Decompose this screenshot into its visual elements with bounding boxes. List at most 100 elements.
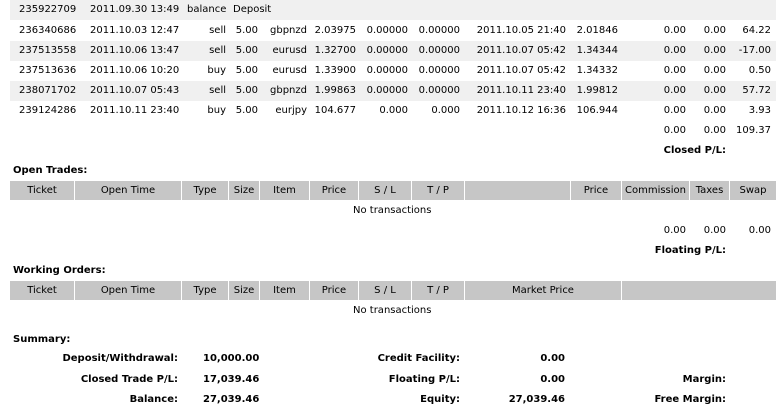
- header-item: Item: [259, 281, 309, 300]
- ticket-cell: 237513636: [19, 65, 77, 76]
- type-cell: sell: [209, 85, 226, 96]
- tp-cell: 0.00000: [418, 65, 460, 76]
- price-cell: 104.677: [314, 105, 356, 116]
- taxes-total: 0.00: [703, 225, 726, 236]
- deposit-label: Deposit/Withdrawal:: [62, 353, 178, 364]
- taxes-cell: 0.00: [703, 105, 726, 116]
- header-tp: T / P: [411, 181, 464, 200]
- swap-cell: 0.50: [748, 65, 771, 76]
- margin-label: Margin:: [682, 374, 726, 385]
- header-type: Type: [181, 281, 228, 300]
- balance-label: Balance:: [129, 394, 178, 405]
- table-row: 238071702 2011.10.07 05:43 sell 5.00 gbp…: [10, 81, 776, 101]
- type-cell: sell: [209, 25, 226, 36]
- header-open-time: Open Time: [74, 181, 181, 200]
- tp-cell: 0.00000: [418, 85, 460, 96]
- deposit-value: 10,000.00: [203, 353, 260, 364]
- close-time-cell: 2011.10.11 23:40: [476, 85, 566, 96]
- sl-cell: 0.00000: [366, 65, 408, 76]
- balance-value: 27,039.46: [203, 394, 260, 405]
- summary-title: Summary:: [13, 334, 71, 345]
- close-price-cell: 1.34344: [576, 45, 618, 56]
- sl-cell: 0.00000: [366, 45, 408, 56]
- ticket-cell: 239124286: [19, 105, 77, 116]
- commission-total: 0.00: [663, 225, 686, 236]
- swap-total: 109.37: [736, 125, 771, 136]
- size-cell: 5.00: [235, 105, 258, 116]
- sl-cell: 0.00000: [366, 85, 408, 96]
- size-cell: Deposit: [233, 4, 272, 15]
- commission-total: 0.00: [663, 125, 686, 136]
- commission-cell: 0.00: [663, 65, 686, 76]
- close-price-cell: 1.99812: [576, 85, 618, 96]
- header-size: Size: [228, 281, 259, 300]
- tp-cell: 0.00000: [418, 25, 460, 36]
- header-commission: Commission: [621, 181, 689, 200]
- close-time-cell: 2011.10.12 16:36: [476, 105, 566, 116]
- taxes-cell: 0.00: [703, 85, 726, 96]
- swap-cell: 64.22: [742, 25, 771, 36]
- table-row: 236340686 2011.10.03 12:47 sell 5.00 gbp…: [10, 21, 776, 41]
- header-type: Type: [181, 181, 228, 200]
- open-totals-row: 0.00 0.00 0.00: [10, 221, 776, 241]
- type-cell: buy: [207, 65, 226, 76]
- type-cell: balance: [187, 4, 227, 15]
- item-cell: gbpnzd: [270, 85, 307, 96]
- header-sl: S / L: [358, 281, 411, 300]
- header-price: Price: [309, 181, 358, 200]
- header-taxes: Taxes: [689, 181, 729, 200]
- commission-cell: 0.00: [663, 25, 686, 36]
- size-cell: 5.00: [235, 25, 258, 36]
- closed-pl-label: Closed P/L:: [663, 145, 726, 156]
- credit-label: Credit Facility:: [377, 353, 460, 364]
- swap-cell: 57.72: [742, 85, 771, 96]
- sl-cell: 0.00000: [366, 25, 408, 36]
- size-cell: 5.00: [235, 45, 258, 56]
- floating-pl-summary-value: 0.00: [540, 374, 565, 385]
- price-cell: 2.03975: [314, 25, 356, 36]
- equity-label: Equity:: [420, 394, 460, 405]
- item-cell: gbpnzd: [270, 25, 307, 36]
- header-item: Item: [259, 181, 309, 200]
- close-time-cell: 2011.10.05 21:40: [476, 25, 566, 36]
- taxes-cell: 0.00: [703, 25, 726, 36]
- working-orders-title: Working Orders:: [13, 265, 106, 276]
- header-open-time: Open Time: [74, 281, 181, 300]
- swap-cell: 3.93: [748, 105, 771, 116]
- swap-cell: -17.00: [738, 45, 771, 56]
- header-ticket: Ticket: [27, 185, 57, 196]
- table-row: 237513558 2011.10.06 13:47 sell 5.00 eur…: [10, 41, 776, 61]
- ticket-cell: 235922709: [19, 4, 77, 15]
- price-cell: 1.33900: [314, 65, 356, 76]
- working-orders-header: Ticket Open Time Type Size Item Price S …: [10, 281, 776, 300]
- type-cell: sell: [209, 45, 226, 56]
- header-price-current: Price: [570, 181, 621, 200]
- commission-cell: 0.00: [663, 105, 686, 116]
- header-sl: S / L: [358, 181, 411, 200]
- tp-cell: 0.000: [431, 105, 460, 116]
- header-blank: [621, 281, 776, 300]
- sl-cell: 0.000: [379, 105, 408, 116]
- equity-value: 27,039.46: [508, 394, 565, 405]
- open-time-cell: 2011.10.07 05:43: [90, 85, 180, 96]
- working-orders-empty: No transactions: [353, 305, 432, 316]
- table-row: 237513636 2011.10.06 10:20 buy 5.00 euru…: [10, 61, 776, 81]
- ticket-cell: 238071702: [19, 85, 77, 96]
- close-price-cell: 2.01846: [576, 25, 618, 36]
- header-size: Size: [228, 181, 259, 200]
- header-swap: Swap: [729, 181, 776, 200]
- type-cell: buy: [207, 105, 226, 116]
- ticket-cell: 237513558: [19, 45, 77, 56]
- taxes-total: 0.00: [703, 125, 726, 136]
- closed-totals-row: 0.00 0.00 109.37: [10, 121, 776, 141]
- close-price-cell: 1.34332: [576, 65, 618, 76]
- price-cell: 1.99863: [314, 85, 356, 96]
- item-cell: eurjpy: [275, 105, 307, 116]
- close-price-cell: 106.944: [576, 105, 618, 116]
- closed-trade-pl-label: Closed Trade P/L:: [80, 374, 178, 385]
- header-price: Price: [309, 281, 358, 300]
- floating-pl-summary-label: Floating P/L:: [388, 374, 460, 385]
- header-market-price: Market Price: [464, 281, 621, 300]
- commission-cell: 0.00: [663, 85, 686, 96]
- taxes-cell: 0.00: [703, 45, 726, 56]
